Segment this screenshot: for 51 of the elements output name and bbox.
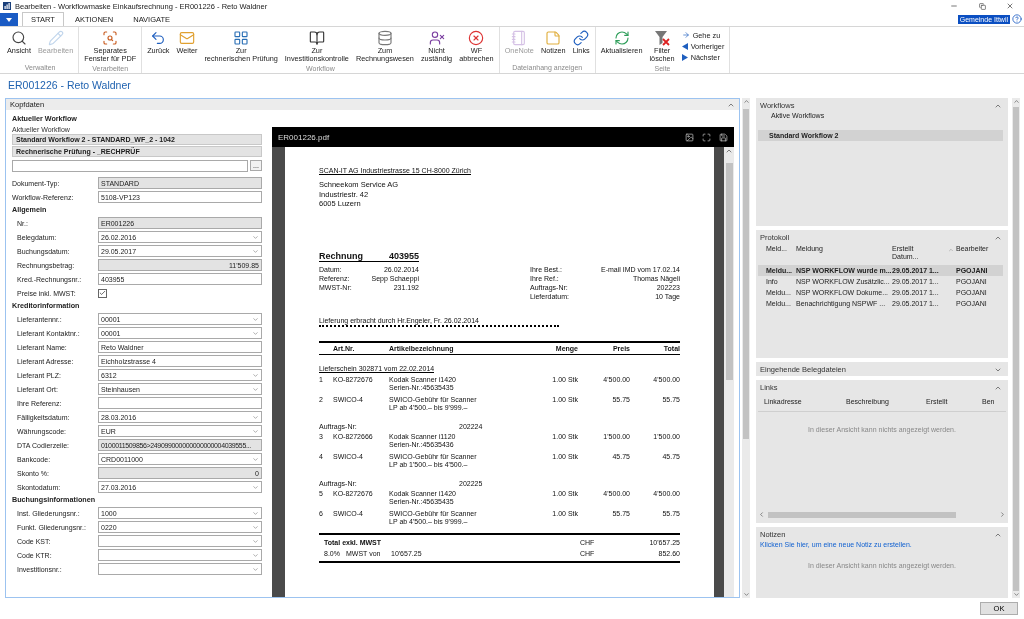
filter-clear-icon: [654, 30, 671, 46]
checkbox[interactable]: [98, 288, 107, 298]
scroll-down-icon[interactable]: [1012, 591, 1020, 598]
scroll-right-icon[interactable]: [999, 511, 1006, 518]
dropdown-field[interactable]: [98, 535, 262, 547]
dropdown-field[interactable]: [98, 549, 262, 561]
book-icon: [308, 30, 325, 46]
arrow-right-icon: [681, 31, 690, 39]
pencil-icon: [47, 30, 64, 46]
dropdown-caret-icon: [252, 455, 259, 463]
close-icon: [1006, 2, 1014, 10]
sticky-note-icon: [545, 30, 562, 46]
dropdown-field[interactable]: [98, 563, 262, 575]
file-menu-button[interactable]: [0, 13, 18, 26]
scroll-up-icon[interactable]: [742, 98, 750, 105]
database-icon: [376, 30, 393, 46]
envelope-icon: [178, 30, 195, 46]
scroll-up-icon[interactable]: [725, 147, 733, 155]
user-x-icon: [428, 30, 445, 46]
pdf-file-name: ER001226.pdf: [278, 132, 331, 142]
restore-icon: [978, 2, 986, 10]
scan-search-icon: [102, 30, 119, 46]
triangle-right-icon: [681, 53, 688, 61]
input-field[interactable]: [12, 160, 248, 172]
scroll-left-icon[interactable]: [758, 511, 765, 518]
vertical-scrollbar[interactable]: [724, 147, 734, 597]
image-icon[interactable]: [685, 132, 694, 142]
input-field[interactable]: [98, 397, 262, 409]
horizontal-scrollbar[interactable]: [758, 510, 1006, 519]
undo-arrow-icon: [150, 30, 167, 46]
grid-icon: [233, 30, 250, 46]
invoice-number: 403955: [388, 250, 419, 261]
help-icon[interactable]: [1012, 14, 1022, 24]
dropdown-caret-icon: [252, 483, 259, 491]
caret-icon: [6, 17, 12, 22]
minimize-icon: [950, 2, 958, 10]
triangle-left-icon: [681, 42, 688, 50]
refresh-icon: [613, 30, 630, 46]
link-icon: [573, 30, 590, 46]
vertical-scrollbar[interactable]: [742, 98, 750, 598]
page-title: ER001226 - Reto Waldner: [7, 78, 132, 93]
save-icon[interactable]: [719, 132, 728, 142]
scroll-down-icon[interactable]: [742, 591, 750, 598]
scroll-up-icon[interactable]: [1012, 98, 1020, 105]
search-icon: [10, 30, 27, 46]
circle-x-icon: [468, 30, 485, 46]
invoice-title: Rechnung: [319, 250, 363, 261]
notebook-icon: [511, 30, 528, 46]
vertical-scrollbar[interactable]: [1012, 98, 1020, 598]
fullscreen-icon[interactable]: [702, 132, 711, 142]
sort-icon: [948, 247, 954, 253]
